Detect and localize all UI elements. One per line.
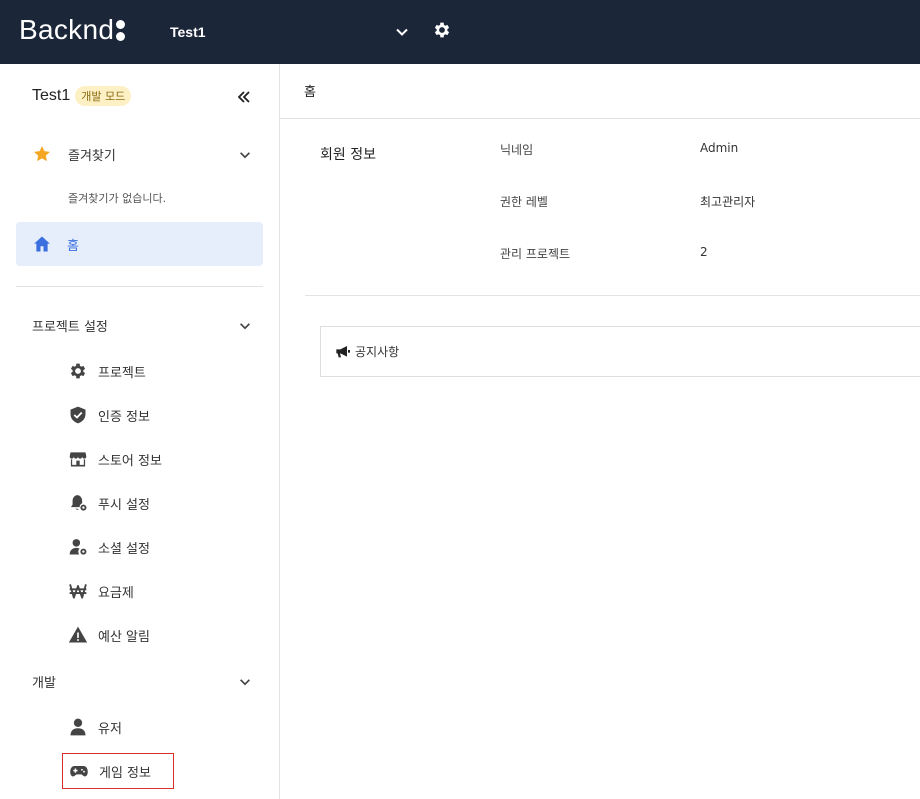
warning-icon (68, 626, 88, 643)
favorites-label: 즐겨찾기 (68, 148, 116, 164)
sidebar-item-store-info[interactable]: 스토어 정보 (62, 442, 262, 476)
sidebar-item-auth-info[interactable]: 인증 정보 (62, 398, 262, 432)
project-settings-toggle[interactable]: 프로젝트 설정 (32, 315, 252, 335)
won-icon (69, 584, 87, 599)
sidebar-item-game-info[interactable]: 게임 정보 (62, 753, 174, 789)
gear-icon[interactable] (432, 20, 452, 40)
user-icon (70, 718, 86, 736)
top-bar: Backnd Test1 (0, 0, 920, 64)
shield-check-icon (70, 406, 86, 424)
member-info-title: 회원 정보 (320, 147, 376, 163)
collapse-sidebar-icon[interactable] (236, 89, 252, 105)
page-title: 홈 (304, 85, 316, 100)
notice-label: 공지사항 (355, 345, 400, 359)
gear-icon (70, 363, 86, 379)
sidebar-item-budget-alert[interactable]: 예산 알림 (62, 618, 262, 652)
nickname-value: Admin (700, 141, 739, 155)
logo-dots (116, 19, 126, 41)
chevron-down-icon (240, 679, 250, 686)
sidebar-item-home[interactable]: 홈 (16, 222, 263, 266)
chevron-down-icon (396, 28, 408, 36)
project-name: Test1 (170, 24, 206, 40)
sidebar-item-social-settings[interactable]: 소셜 설정 (62, 530, 262, 564)
chevron-down-icon (240, 323, 250, 330)
sidebar-item-label: 푸시 설정 (98, 497, 150, 513)
sidebar-item-pricing[interactable]: 요금제 (62, 574, 262, 608)
development-toggle[interactable]: 개발 (32, 671, 252, 691)
project-settings-label: 프로젝트 설정 (32, 319, 108, 335)
managed-projects-label: 관리 프로젝트 (500, 247, 571, 261)
home-icon (34, 236, 50, 252)
sidebar-header: Test1 개발 모드 (32, 86, 132, 106)
sidebar-item-label: 프로젝트 (98, 365, 146, 381)
sidebar-item-label: 스토어 정보 (98, 453, 162, 469)
development-label: 개발 (32, 675, 56, 691)
sidebar-item-label: 요금제 (98, 585, 134, 601)
favorites-empty-text: 즐겨찾기가 없습니다. (68, 192, 167, 205)
gamepad-icon (70, 766, 88, 777)
chevron-down-icon (240, 152, 250, 159)
permission-level-value: 최고관리자 (700, 195, 756, 209)
store-icon (69, 452, 87, 467)
notice-panel[interactable]: 공지사항 (320, 326, 920, 377)
main-header: 홈 (280, 64, 920, 119)
sidebar-item-label: 유저 (98, 721, 122, 737)
project-selector[interactable]: Test1 (170, 20, 410, 44)
logo-text: Backnd (19, 14, 115, 45)
member-info-section: 회원 정보 닉네임 Admin 권한 레벨 최고관리자 관리 프로젝트 2 (305, 119, 920, 296)
sidebar-project-title: Test1 (32, 87, 71, 104)
sidebar-item-label: 인증 정보 (98, 409, 150, 425)
sidebar-item-push-settings[interactable]: 푸시 설정 (62, 486, 262, 520)
favorites-toggle[interactable]: 즐겨찾기 (32, 144, 252, 164)
sidebar-divider (16, 286, 263, 287)
sidebar-item-label: 게임 정보 (99, 765, 151, 781)
sidebar-item-project[interactable]: 프로젝트 (62, 354, 262, 388)
bell-gear-icon (70, 495, 87, 511)
backnd-logo[interactable]: Backnd (19, 12, 126, 48)
sidebar-item-label: 예산 알림 (98, 629, 150, 645)
sidebar-item-label: 소셜 설정 (98, 541, 150, 557)
megaphone-icon (336, 345, 350, 357)
managed-projects-value: 2 (700, 245, 708, 259)
dev-mode-badge: 개발 모드 (75, 86, 132, 106)
home-label: 홈 (67, 238, 79, 254)
permission-level-label: 권한 레벨 (500, 195, 548, 209)
sidebar: Test1 개발 모드 즐겨찾기 즐겨찾기가 없습니다. 홈 프로젝트 설정 프… (0, 64, 280, 799)
nickname-label: 닉네임 (500, 143, 534, 157)
star-icon (34, 146, 50, 162)
sidebar-item-users[interactable]: 유저 (62, 710, 262, 744)
user-gear-icon (69, 539, 87, 555)
